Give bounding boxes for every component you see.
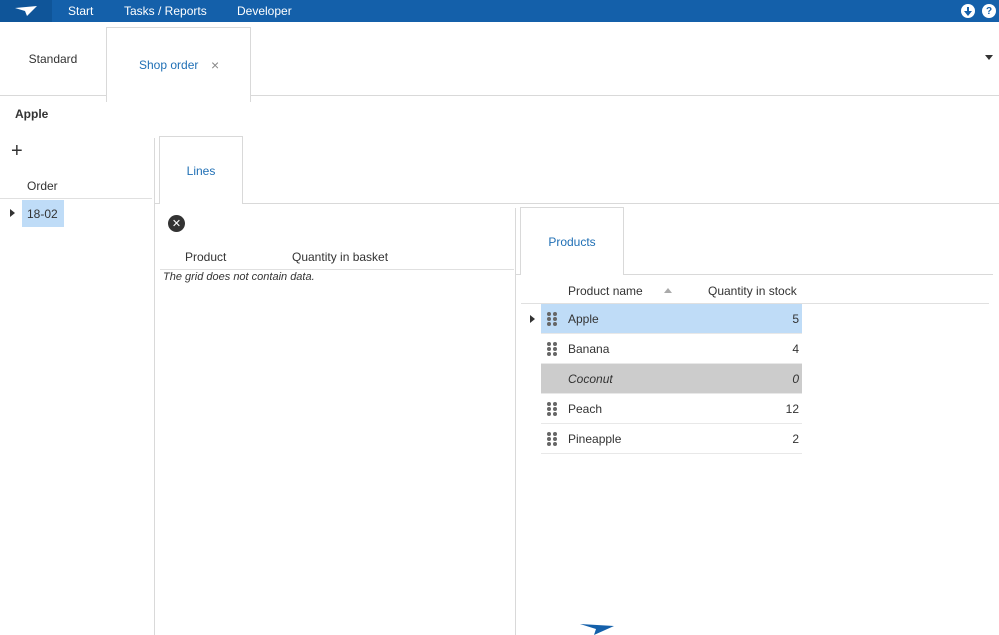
panel-divider bbox=[515, 208, 516, 635]
tab-shop-order[interactable]: Shop order × bbox=[106, 27, 251, 102]
app-logo[interactable] bbox=[0, 0, 52, 22]
menu-tasks-reports[interactable]: Tasks / Reports bbox=[124, 0, 207, 22]
product-row[interactable]: Peach 12 bbox=[541, 394, 802, 424]
menu-developer[interactable]: Developer bbox=[237, 0, 292, 22]
close-tab-icon[interactable]: × bbox=[211, 57, 219, 73]
drag-handle-icon[interactable] bbox=[547, 432, 557, 446]
record-title: Apple bbox=[15, 107, 49, 121]
paper-plane-icon bbox=[15, 6, 37, 16]
product-name: Banana bbox=[568, 342, 610, 356]
download-icon[interactable] bbox=[961, 4, 975, 18]
product-stock: 2 bbox=[792, 432, 799, 446]
document-tabs: Standard Shop order × bbox=[0, 22, 999, 102]
add-order-button[interactable]: + bbox=[11, 141, 23, 161]
delete-line-button[interactable]: ✕ bbox=[168, 215, 185, 232]
tab-products[interactable]: Products bbox=[520, 207, 624, 275]
products-column-stock[interactable]: Quantity in stock bbox=[708, 284, 797, 298]
order-row[interactable]: 18-02 bbox=[22, 200, 64, 227]
lines-header-divider bbox=[160, 269, 514, 270]
product-row[interactable]: Apple 5 bbox=[541, 304, 802, 334]
product-stock: 12 bbox=[785, 402, 799, 416]
help-icon[interactable]: ? bbox=[982, 4, 996, 18]
product-stock: 0 bbox=[792, 372, 799, 386]
tabs-dropdown-icon[interactable] bbox=[985, 55, 993, 60]
product-row[interactable]: Pineapple 2 bbox=[541, 424, 802, 454]
product-name: Pineapple bbox=[568, 432, 622, 446]
tab-shop-order-label: Shop order bbox=[139, 58, 199, 72]
tab-lines-label: Lines bbox=[186, 163, 216, 178]
tab-standard-label: Standard bbox=[28, 52, 78, 66]
lines-column-product[interactable]: Product bbox=[185, 250, 226, 264]
menu-start[interactable]: Start bbox=[68, 0, 93, 22]
drag-handle-icon[interactable] bbox=[547, 402, 557, 416]
tab-standard[interactable]: Standard bbox=[0, 22, 106, 96]
drag-handle-icon[interactable] bbox=[547, 312, 557, 326]
order-number: 18-02 bbox=[27, 206, 58, 221]
sort-ascending-icon bbox=[664, 288, 672, 293]
row-indicator-icon bbox=[10, 209, 15, 217]
product-stock: 5 bbox=[792, 312, 799, 326]
tab-products-label: Products bbox=[548, 234, 596, 249]
tab-lines[interactable]: Lines bbox=[159, 136, 243, 204]
top-bar: Start Tasks / Reports Developer ? bbox=[0, 0, 999, 22]
drag-handle-icon[interactable] bbox=[547, 342, 557, 356]
product-row[interactable]: Coconut 0 bbox=[541, 364, 802, 394]
product-stock: 4 bbox=[792, 342, 799, 356]
product-name: Coconut bbox=[568, 372, 613, 386]
panel-divider bbox=[154, 138, 155, 635]
product-name: Apple bbox=[568, 312, 599, 326]
paper-plane-icon bbox=[580, 624, 614, 635]
lines-tabstrip-border bbox=[155, 203, 999, 204]
product-name: Peach bbox=[568, 402, 603, 416]
order-header-divider bbox=[0, 198, 152, 199]
row-indicator-icon bbox=[530, 315, 535, 323]
products-column-name[interactable]: Product name bbox=[568, 284, 643, 298]
order-column-header[interactable]: Order bbox=[27, 179, 58, 193]
lines-empty-message: The grid does not contain data. bbox=[163, 271, 315, 283]
product-row[interactable]: Banana 4 bbox=[541, 334, 802, 364]
lines-column-quantity[interactable]: Quantity in basket bbox=[292, 250, 388, 264]
